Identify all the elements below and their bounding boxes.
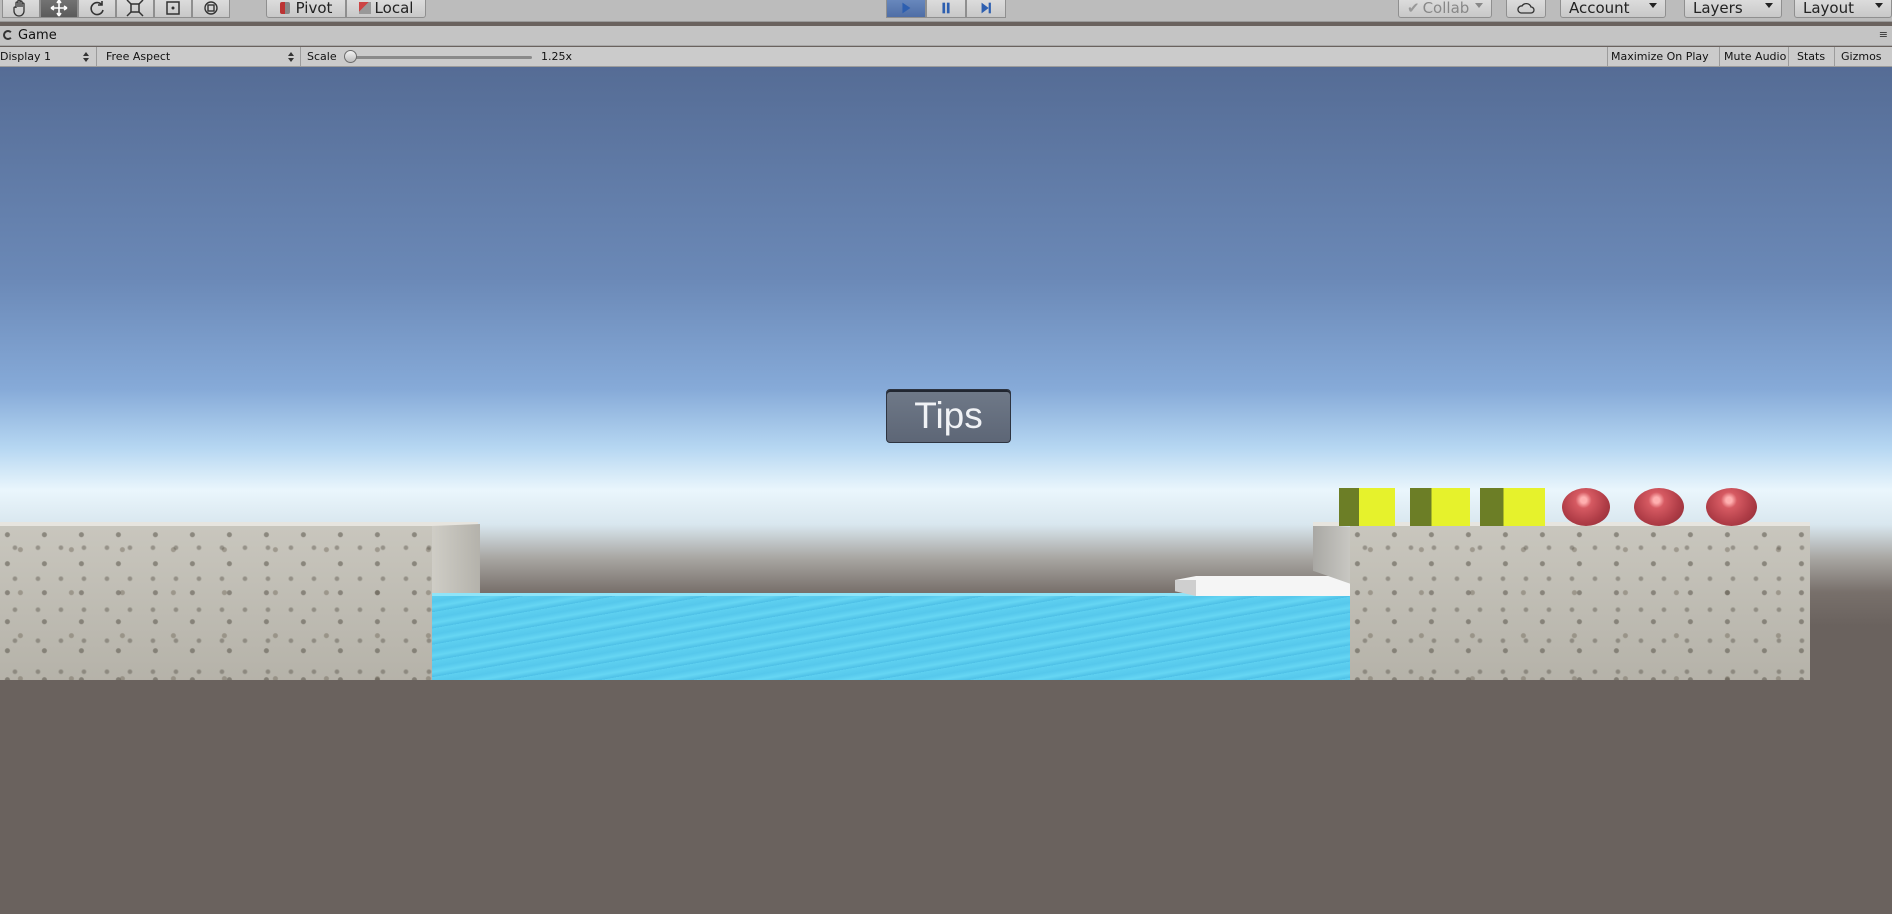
hand-icon [13,0,25,17]
layout-dropdown[interactable]: Layout [1794,0,1892,18]
left-ground-block [0,526,432,680]
tab-menu-icon[interactable]: ≡ [1879,28,1888,41]
scale-value-text: 1.25x [541,50,573,63]
scale-icon [126,0,144,17]
stats-toggle[interactable]: Stats [1797,47,1825,66]
main-toolbar: Pivot Local ✔ Collab Account Layers Layo… [0,0,1892,22]
step-button[interactable] [966,0,1006,18]
red-ball [1706,488,1757,526]
tips-button-label: Tips [914,395,983,436]
layers-dropdown[interactable]: Layers [1684,0,1782,18]
pause-button[interactable] [926,0,966,18]
updown-icon [288,52,294,62]
gizmos-label: Gizmos [1841,50,1882,63]
move-icon [50,0,68,17]
step-icon [981,2,991,14]
pivot-icon [279,2,290,14]
maximize-on-play-label: Maximize On Play [1611,50,1709,63]
red-ball [1634,488,1684,526]
move-tool-button[interactable] [40,0,78,18]
scale-slider-handle[interactable] [344,50,357,63]
gizmos-dropdown[interactable]: Gizmos [1841,47,1882,66]
check-icon: ✔ [1407,0,1420,17]
scale-value: 1.25x [541,47,572,66]
cloud-icon [1517,2,1535,14]
divider [1607,47,1608,66]
rotate-tool-button[interactable] [78,0,116,18]
pivot-toggle[interactable]: Pivot [266,0,346,18]
tips-button[interactable]: Tips [886,389,1011,443]
game-tab-bar: Game ≡ [0,26,1892,46]
game-viewport[interactable]: Tips [0,67,1892,914]
hand-tool-button[interactable] [2,0,40,18]
water-pool [432,593,1350,680]
rect-tool-button[interactable] [154,0,192,18]
collab-label: Collab [1422,0,1470,17]
rotate-icon [90,1,104,16]
divider [300,47,301,66]
local-label: Local [374,0,414,17]
left-block-top-edge [0,522,478,526]
game-tab[interactable]: Game [18,28,57,43]
mute-audio-label: Mute Audio [1724,50,1787,63]
display-dropdown[interactable]: Display 1 [0,47,94,66]
layers-label: Layers [1693,0,1743,17]
scale-label: Scale [307,47,337,66]
local-toggle[interactable]: Local [346,0,426,18]
rect-icon [166,1,180,15]
scale-tool-button[interactable] [116,0,154,18]
yellow-cube [1410,488,1470,526]
scale-label-text: Scale [307,50,337,63]
play-icon [902,2,911,14]
white-platform [1175,576,1351,596]
divider [96,47,97,66]
pivot-label: Pivot [295,0,333,17]
right-ground-block [1350,526,1810,680]
local-icon [358,2,371,14]
updown-icon [83,52,89,62]
mute-audio-toggle[interactable]: Mute Audio [1724,47,1786,66]
display-label: Display 1 [0,50,52,63]
stats-label: Stats [1797,50,1826,63]
divider [1788,47,1789,66]
divider [1719,47,1720,66]
game-view-controls: Display 1 Free Aspect Scale 1.25x Maximi… [0,47,1892,67]
cloud-button[interactable] [1506,0,1546,18]
collab-dropdown[interactable]: ✔ Collab [1398,0,1492,18]
unity-editor: Pivot Local ✔ Collab Account Layers Layo… [0,0,1892,914]
aspect-dropdown[interactable]: Free Aspect [106,47,298,66]
aspect-label: Free Aspect [106,50,171,63]
account-label: Account [1569,0,1630,17]
yellow-cube [1480,488,1545,526]
layout-label: Layout [1803,0,1854,17]
scale-slider-track[interactable] [352,56,532,59]
yellow-cube [1339,488,1395,526]
game-tab-icon [3,30,13,40]
right-block-side [1313,524,1351,584]
maximize-on-play-toggle[interactable]: Maximize On Play [1611,47,1709,66]
transform-tool-button[interactable] [192,0,230,18]
pause-icon [942,2,950,14]
transform-icon [204,1,218,15]
play-button[interactable] [886,0,926,18]
account-dropdown[interactable]: Account [1560,0,1666,18]
red-ball [1562,488,1610,526]
divider [1834,47,1835,66]
